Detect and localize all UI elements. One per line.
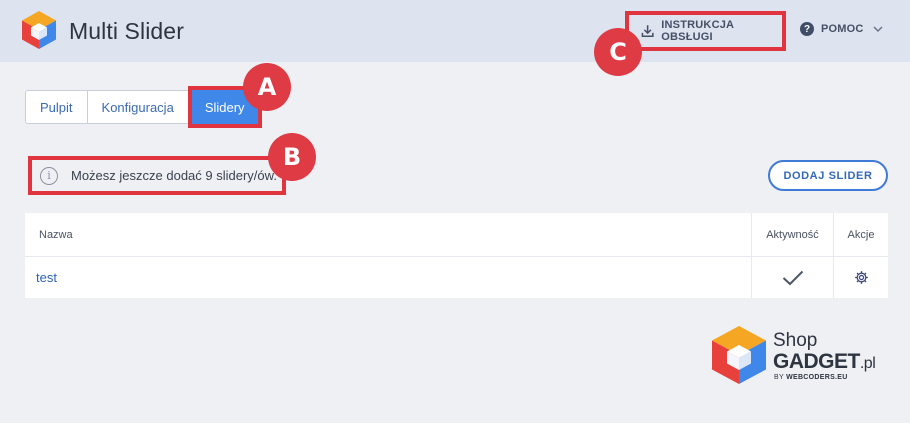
brand-gadget: GADGET.pl xyxy=(773,350,876,374)
info-icon: i xyxy=(40,166,58,185)
tab-pulpit[interactable]: Pulpit xyxy=(25,90,88,124)
cell-active xyxy=(751,257,833,298)
annotation-badge-c: C xyxy=(594,28,642,76)
sliders-table: Nazwa Aktywność Akcje test xyxy=(25,213,888,298)
cell-actions xyxy=(833,257,888,298)
brand-by: BY WEBCODERS.EU xyxy=(774,374,848,381)
brand-by-prefix: BY xyxy=(774,374,784,381)
question-circle-icon: ? xyxy=(800,22,814,36)
help-label: POMOC xyxy=(821,23,864,35)
manual-button[interactable]: INSTRUKCJA OBSŁUGI xyxy=(625,11,786,51)
tab-konfiguracja[interactable]: Konfiguracja xyxy=(87,90,189,124)
brand-shop: Shop xyxy=(773,330,818,351)
annotation-badge-a: A xyxy=(243,63,291,111)
top-bar: Multi Slider INSTRUKCJA OBSŁUGI ? POMOC xyxy=(0,0,910,62)
slider-limit-notice: i Możesz jeszcze dodać 9 slidery/ów. xyxy=(28,156,286,195)
header-name: Nazwa xyxy=(39,228,73,241)
brand-tld: .pl xyxy=(859,355,876,372)
notice-text: Możesz jeszcze dodać 9 slidery/ów. xyxy=(71,168,277,183)
app-title: Multi Slider xyxy=(69,18,184,44)
table-row: test xyxy=(25,257,888,298)
manual-label: INSTRUKCJA OBSŁUGI xyxy=(661,19,734,43)
download-icon xyxy=(641,25,654,37)
help-menu[interactable]: ? POMOC xyxy=(800,22,884,36)
shopgadget-logo xyxy=(712,326,766,384)
chevron-down-icon xyxy=(873,26,883,33)
app-logo xyxy=(22,11,56,49)
table-header: Nazwa Aktywność Akcje xyxy=(25,213,888,257)
header-actions: Akcje xyxy=(833,213,888,256)
annotation-badge-b: B xyxy=(268,133,316,181)
gear-icon[interactable] xyxy=(854,270,869,285)
add-slider-button[interactable]: DODAJ SLIDER xyxy=(768,160,888,191)
checkmark-icon xyxy=(782,270,803,285)
shopgadget-brand: Shop GADGET.pl BY WEBCODERS.EU xyxy=(712,326,882,386)
slider-name-link[interactable]: test xyxy=(36,270,57,285)
header-active: Aktywność xyxy=(751,213,833,256)
cell-name: test xyxy=(25,257,751,298)
tab-bar: Pulpit Konfiguracja Slidery xyxy=(25,86,262,128)
brand-by-name: WEBCODERS.EU xyxy=(786,374,848,381)
brand-gadget-text: GADGET xyxy=(773,350,860,373)
